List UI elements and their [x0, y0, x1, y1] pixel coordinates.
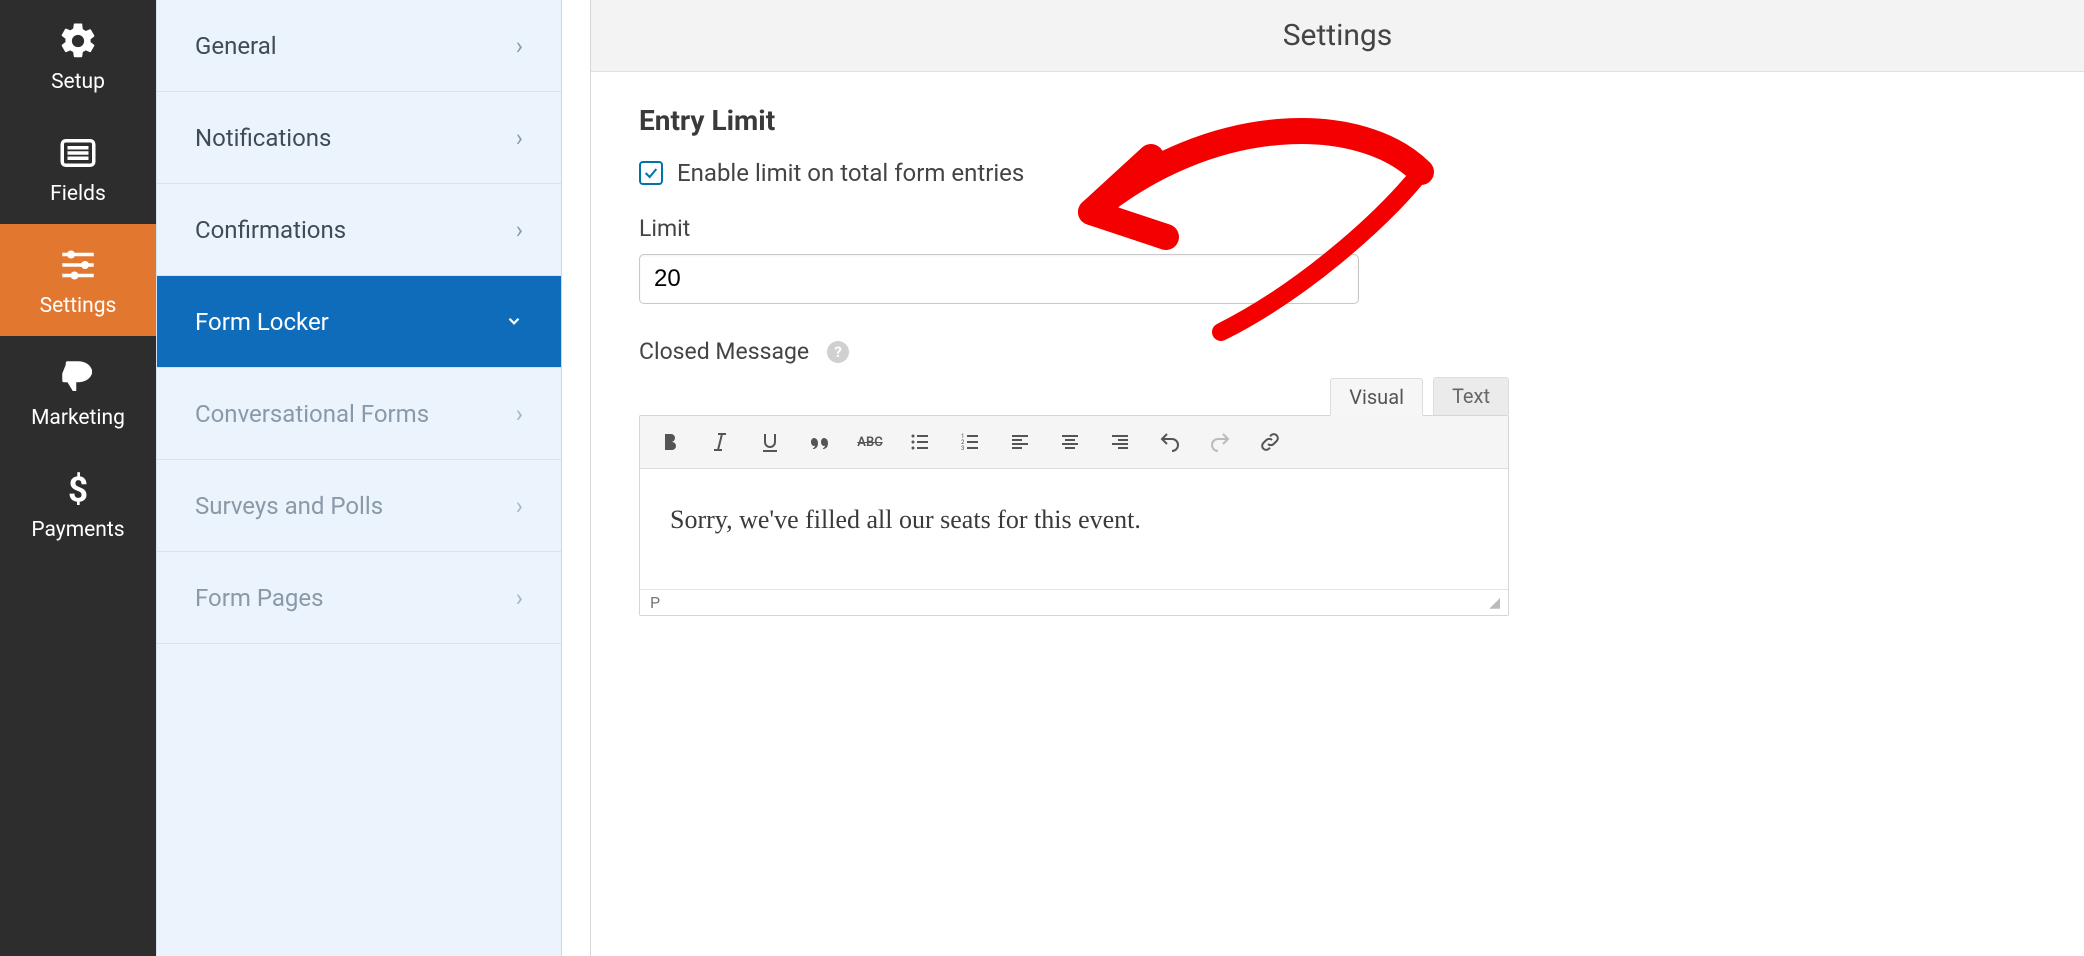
editor-status-bar: P ◢ — [640, 589, 1508, 615]
wysiwyg-editor: ABC 123 Sorry, we've filled all our seat… — [639, 415, 1509, 616]
limit-label: Limit — [639, 215, 2036, 242]
settings-form: Entry Limit Enable limit on total form e… — [591, 72, 2084, 648]
enable-limit-label: Enable limit on total form entries — [677, 159, 1024, 187]
nav-marketing[interactable]: Marketing — [0, 336, 156, 448]
bullhorn-icon — [57, 356, 99, 398]
nav-label: Fields — [50, 182, 106, 206]
main-panel: Settings Entry Limit Enable limit on tot… — [591, 0, 2084, 956]
link-button[interactable] — [1250, 422, 1290, 462]
settings-submenu: General › Notifications › Confirmations … — [156, 0, 561, 956]
editor-tabs: Visual Text — [639, 377, 1509, 415]
help-icon[interactable]: ? — [827, 341, 849, 363]
align-right-button[interactable] — [1100, 422, 1140, 462]
chevron-right-icon: › — [516, 584, 523, 612]
submenu-form-locker[interactable]: Form Locker — [157, 276, 561, 368]
submenu-label: Surveys and Polls — [195, 492, 383, 520]
nav-settings[interactable]: Settings — [0, 224, 156, 336]
chevron-down-icon — [505, 308, 523, 336]
svg-text:3: 3 — [961, 445, 964, 452]
closed-message-label: Closed Message ? — [639, 338, 2036, 365]
nav-label: Marketing — [31, 406, 125, 430]
checkbox-icon — [639, 161, 663, 185]
chevron-right-icon: › — [516, 400, 523, 428]
submenu-label: Conversational Forms — [195, 400, 429, 428]
nav-payments[interactable]: $ Payments — [0, 448, 156, 560]
chevron-right-icon: › — [516, 32, 523, 60]
gear-icon — [57, 20, 99, 62]
editor-tab-text[interactable]: Text — [1433, 377, 1509, 415]
submenu-label: Confirmations — [195, 216, 346, 244]
closed-message-label-text: Closed Message — [639, 338, 809, 365]
bold-button[interactable] — [650, 422, 690, 462]
page-title: Settings — [591, 0, 2084, 72]
submenu-surveys-polls[interactable]: Surveys and Polls › — [157, 460, 561, 552]
submenu-label: Form Locker — [195, 308, 329, 336]
nav-label: Settings — [40, 294, 117, 318]
chevron-right-icon: › — [516, 492, 523, 520]
submenu-form-pages[interactable]: Form Pages › — [157, 552, 561, 644]
section-heading: Entry Limit — [639, 104, 2036, 137]
chevron-right-icon: › — [516, 216, 523, 244]
primary-sidebar: Setup Fields Settings Marketing $ Paymen… — [0, 0, 156, 956]
submenu-general[interactable]: General › — [157, 0, 561, 92]
editor-tab-visual[interactable]: Visual — [1330, 378, 1423, 416]
nav-label: Payments — [31, 518, 124, 542]
strikethrough-button[interactable]: ABC — [850, 422, 890, 462]
submenu-label: General — [195, 32, 277, 60]
resize-handle-icon[interactable]: ◢ — [1489, 595, 1498, 611]
nav-fields[interactable]: Fields — [0, 112, 156, 224]
blockquote-button[interactable] — [800, 422, 840, 462]
redo-button[interactable] — [1200, 422, 1240, 462]
editor-toolbar: ABC 123 — [640, 416, 1508, 469]
enable-limit-checkbox-row[interactable]: Enable limit on total form entries — [639, 159, 2036, 187]
limit-input[interactable] — [639, 254, 1359, 304]
editor-content[interactable]: Sorry, we've filled all our seats for th… — [640, 469, 1508, 589]
chevron-right-icon: › — [516, 124, 523, 152]
submenu-notifications[interactable]: Notifications › — [157, 92, 561, 184]
element-path: P — [650, 593, 660, 612]
align-center-button[interactable] — [1050, 422, 1090, 462]
column-separator — [561, 0, 591, 956]
submenu-label: Notifications — [195, 124, 331, 152]
closed-message-editor: Visual Text ABC 123 — [639, 377, 1509, 616]
svg-text:$: $ — [68, 469, 88, 510]
dollar-icon: $ — [57, 468, 99, 510]
nav-setup[interactable]: Setup — [0, 0, 156, 112]
submenu-conversational-forms[interactable]: Conversational Forms › — [157, 368, 561, 460]
list-icon — [57, 132, 99, 174]
submenu-confirmations[interactable]: Confirmations › — [157, 184, 561, 276]
bullet-list-button[interactable] — [900, 422, 940, 462]
align-left-button[interactable] — [1000, 422, 1040, 462]
submenu-label: Form Pages — [195, 584, 324, 612]
italic-button[interactable] — [700, 422, 740, 462]
number-list-button[interactable]: 123 — [950, 422, 990, 462]
underline-button[interactable] — [750, 422, 790, 462]
nav-label: Setup — [51, 70, 105, 94]
sliders-icon — [57, 244, 99, 286]
undo-button[interactable] — [1150, 422, 1190, 462]
